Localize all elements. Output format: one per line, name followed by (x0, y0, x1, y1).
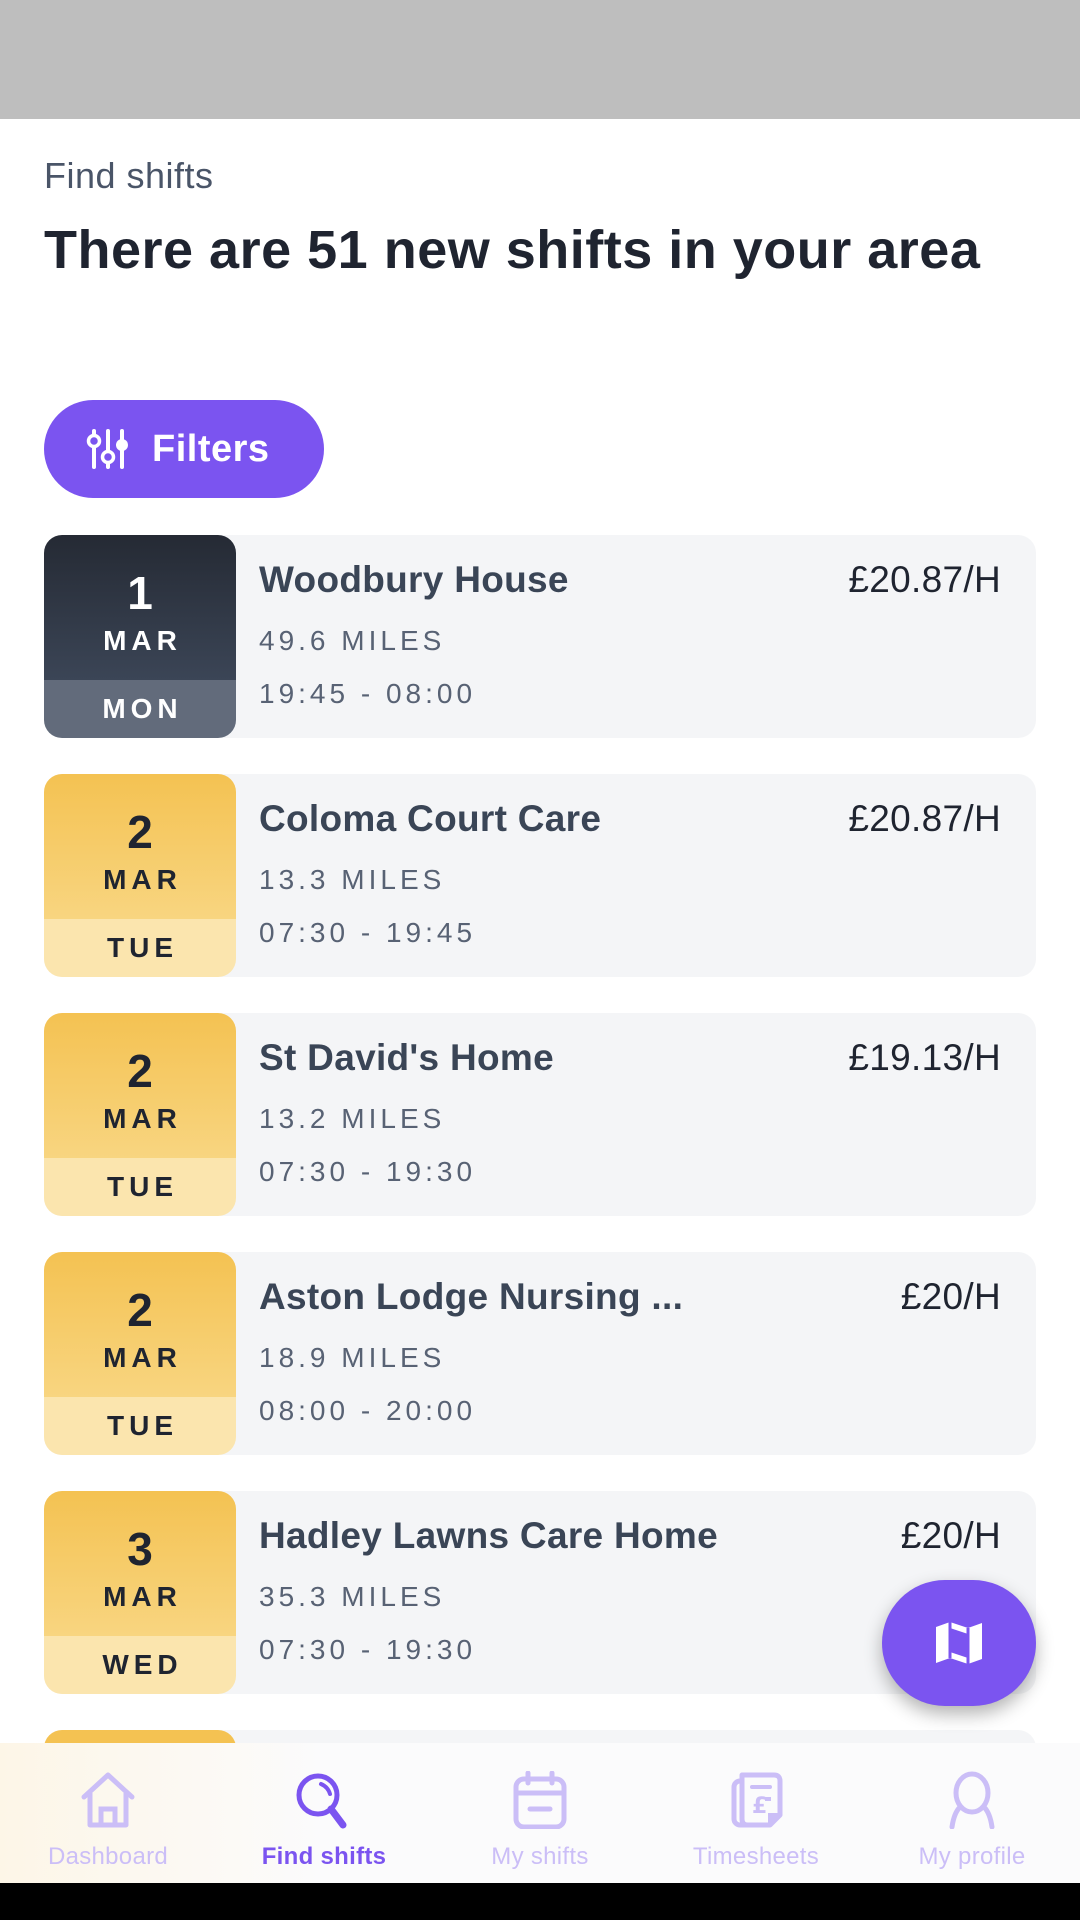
shift-month: MAR (103, 1341, 182, 1373)
shift-date-badge: 2 MAR TUE (44, 1013, 236, 1216)
shift-day: 2 (127, 1044, 153, 1097)
shift-card[interactable]: 2 MAR TUE Coloma Court Care £20.87/H 13.… (44, 774, 1036, 977)
status-bar (0, 0, 1080, 119)
shift-distance: 49.6 MILES (259, 625, 446, 656)
shift-weekday: TUE (44, 919, 236, 977)
shift-weekday: MON (44, 680, 236, 738)
nav-my-profile-label: My profile (918, 1843, 1026, 1870)
search-icon (296, 1773, 347, 1829)
shift-time: 07:30 - 19:30 (259, 1634, 477, 1665)
shift-location-name: Woodbury House (259, 559, 569, 600)
shift-card-partial[interactable] (44, 1730, 1036, 1743)
nav-my-profile[interactable]: My profile (864, 1743, 1080, 1883)
nav-find-shifts[interactable]: Find shifts (216, 1743, 432, 1883)
shift-rate: £20/H (900, 1515, 1001, 1556)
shift-time: 07:30 - 19:30 (259, 1156, 477, 1187)
shift-card[interactable]: 2 MAR TUE St David's Home £19.13/H 13.2 … (44, 1013, 1036, 1216)
find-shifts-screen: Find shifts There are 51 new shifts in y… (0, 119, 1080, 1743)
shift-card[interactable]: 2 MAR TUE Aston Lodge Nursing ... £20/H … (44, 1252, 1036, 1455)
shift-location-name: St David's Home (259, 1037, 554, 1078)
shift-rate: £20/H (900, 1276, 1001, 1317)
calendar-icon (513, 1771, 567, 1829)
shift-location-name: Coloma Court Care (259, 798, 602, 839)
map-icon (936, 1622, 982, 1664)
shift-month: MAR (103, 624, 182, 656)
shift-day: 3 (127, 1522, 153, 1575)
shift-time: 08:00 - 20:00 (259, 1395, 477, 1426)
shift-rate: £20.87/H (848, 798, 1001, 839)
page-eyebrow: Find shifts (44, 155, 214, 196)
nav-my-shifts-label: My shifts (491, 1843, 589, 1870)
shift-weekday: TUE (44, 1158, 236, 1216)
shift-time: 19:45 - 08:00 (259, 678, 477, 709)
filters-button[interactable]: Filters (44, 400, 324, 498)
shift-month: MAR (103, 1102, 182, 1134)
shift-date-badge (44, 1730, 236, 1743)
shift-location-name: Hadley Lawns Care Home (259, 1515, 718, 1556)
shift-list: 1 MAR MON Woodbury House £20.87/H 49.6 M… (44, 535, 1036, 1743)
shift-month: MAR (103, 863, 182, 895)
shift-rate: £19.13/H (848, 1037, 1001, 1078)
bottom-navigation: Dashboard Find shifts My shifts £ Timesh… (0, 1743, 1080, 1883)
shift-date-badge: 3 MAR WED (44, 1491, 236, 1694)
shift-rate: £20.87/H (848, 559, 1001, 600)
shift-day: 2 (127, 805, 153, 858)
shift-date-badge: 1 MAR MON (44, 535, 236, 738)
nav-dashboard[interactable]: Dashboard (0, 1743, 216, 1883)
profile-icon (949, 1771, 995, 1829)
shift-time: 07:30 - 19:45 (259, 917, 477, 948)
nav-dashboard-label: Dashboard (47, 1843, 169, 1870)
page-title: There are 51 new shifts in your area (44, 220, 981, 280)
shift-card[interactable]: 1 MAR MON Woodbury House £20.87/H 49.6 M… (44, 535, 1036, 738)
nav-timesheets[interactable]: £ Timesheets (648, 1743, 864, 1883)
shift-day: 2 (127, 1283, 153, 1336)
nav-find-shifts-label: Find shifts (261, 1843, 387, 1870)
nav-my-shifts[interactable]: My shifts (432, 1743, 648, 1883)
timesheet-icon: £ (731, 1772, 783, 1828)
map-view-button[interactable] (882, 1580, 1036, 1706)
home-icon (81, 1772, 135, 1828)
shift-distance: 18.9 MILES (259, 1342, 446, 1373)
shift-month: MAR (103, 1580, 182, 1612)
shift-location-name: Aston Lodge Nursing ... (259, 1276, 684, 1317)
system-navigation-bar (0, 1883, 1080, 1920)
shift-weekday: WED (44, 1636, 236, 1694)
filters-label: Filters (152, 427, 270, 470)
shift-date-badge: 2 MAR TUE (44, 774, 236, 977)
shift-day: 1 (127, 566, 153, 619)
shift-distance: 13.3 MILES (259, 864, 446, 895)
sliders-icon (86, 429, 128, 469)
nav-timesheets-label: Timesheets (692, 1843, 820, 1870)
shift-distance: 35.3 MILES (259, 1581, 446, 1612)
shift-weekday: TUE (44, 1397, 236, 1455)
shift-distance: 13.2 MILES (259, 1103, 446, 1134)
shift-date-badge: 2 MAR TUE (44, 1252, 236, 1455)
